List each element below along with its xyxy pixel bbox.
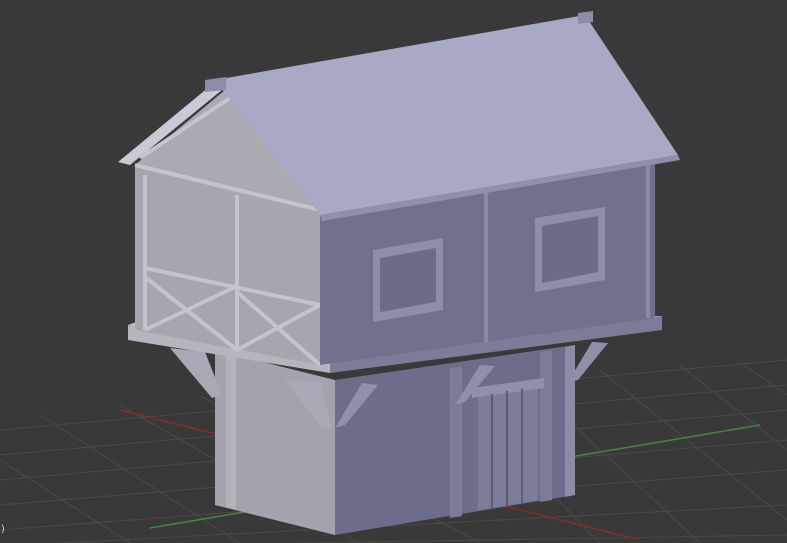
corner-pillar [226,352,236,510]
roof-ridge-cap [205,77,226,92]
viewport-corner-label: ) [0,524,7,535]
corner-pillar [565,345,575,497]
window-right[interactable] [535,207,605,292]
window-left[interactable] [373,238,443,322]
roof-ridge-cap [578,11,593,24]
house-model[interactable] [118,11,680,535]
front-pillar [540,350,552,502]
support-brace [170,348,222,398]
3d-viewport[interactable]: ) [0,0,787,543]
viewport-canvas[interactable] [0,0,787,543]
front-pillar [450,366,462,518]
